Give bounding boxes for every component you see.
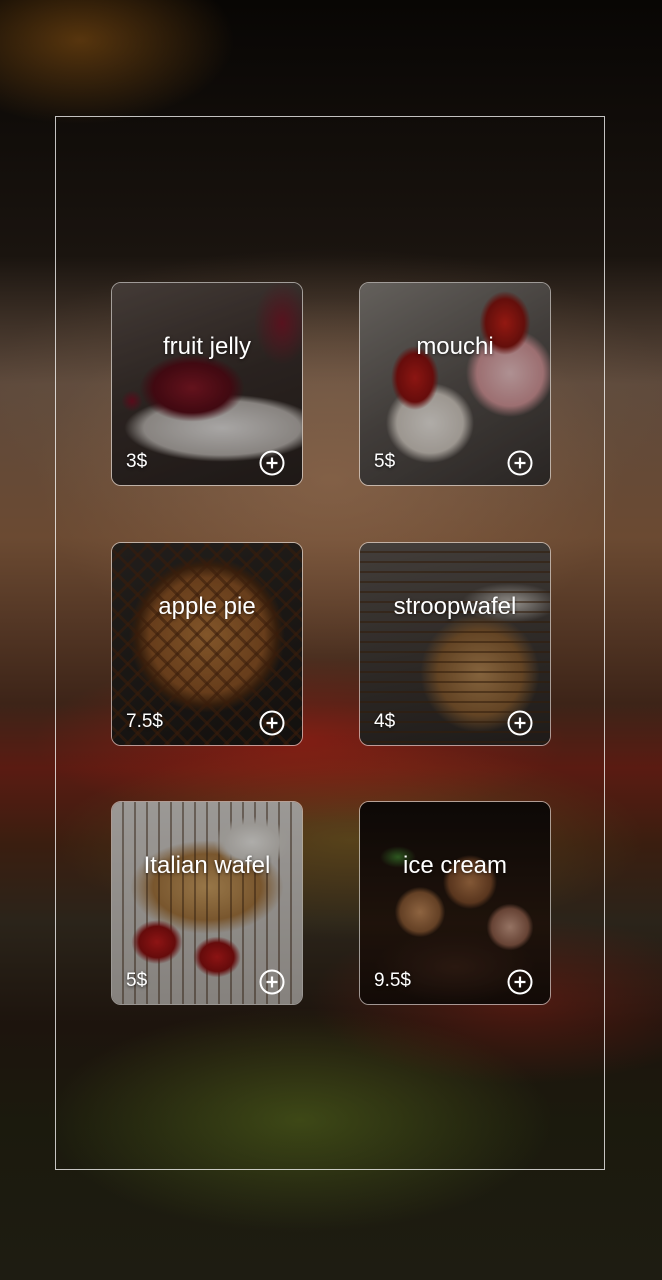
menu-item-card[interactable]: Italian wafel 5$ xyxy=(111,801,303,1005)
menu-item-price: 4$ xyxy=(374,711,396,732)
add-to-cart-button[interactable] xyxy=(259,710,285,736)
plus-circle-icon xyxy=(507,969,533,995)
add-to-cart-button[interactable] xyxy=(507,450,533,476)
plus-circle-icon xyxy=(259,710,285,736)
plus-circle-icon xyxy=(259,969,285,995)
menu-item-card[interactable]: apple pie 7.5$ xyxy=(111,542,303,746)
plus-circle-icon xyxy=(507,710,533,736)
menu-item-name: mouchi xyxy=(416,333,494,360)
add-to-cart-button[interactable] xyxy=(507,969,533,995)
menu-item-price: 7.5$ xyxy=(126,711,163,732)
menu-item-card[interactable]: ice cream 9.5$ xyxy=(359,801,551,1005)
menu-item-name: apple pie xyxy=(158,593,256,620)
menu-item-card[interactable]: stroopwafel 4$ xyxy=(359,542,551,746)
add-to-cart-button[interactable] xyxy=(259,450,285,476)
plus-circle-icon xyxy=(259,450,285,476)
menu-item-price: 5$ xyxy=(374,451,396,472)
menu-item-price: 3$ xyxy=(126,451,148,472)
menu-item-name: Italian wafel xyxy=(143,852,271,879)
menu-item-price: 5$ xyxy=(126,970,148,991)
plus-circle-icon xyxy=(507,450,533,476)
menu-item-name: ice cream xyxy=(402,852,508,879)
add-to-cart-button[interactable] xyxy=(259,969,285,995)
add-to-cart-button[interactable] xyxy=(507,710,533,736)
menu-item-name: fruit jelly xyxy=(162,333,252,360)
menu-item-name: stroopwafel xyxy=(393,593,517,620)
menu-item-card[interactable]: fruit jelly 3$ xyxy=(111,282,303,486)
menu-item-price: 9.5$ xyxy=(374,970,411,991)
menu-item-card[interactable]: mouchi 5$ xyxy=(359,282,551,486)
